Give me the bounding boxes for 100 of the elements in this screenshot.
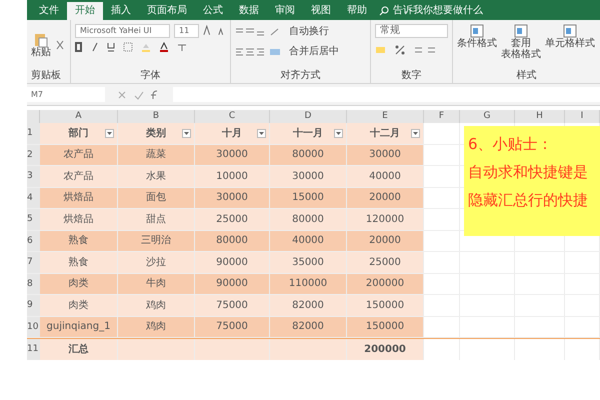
table-cell: 40000 [347,166,424,186]
table-style-icon [513,24,529,38]
ribbon-tab[interactable]: 视图 [303,2,339,20]
align-left-icon[interactable] [235,47,265,57]
border-icon[interactable] [123,42,133,52]
style-button[interactable]: 套用 表格格式 [501,24,541,60]
table-cell: 10000 [195,166,270,186]
ribbon-tab[interactable]: 插入 [103,2,139,20]
table-cell: 82000 [270,316,347,337]
font-size-field[interactable]: 11 [174,24,200,38]
table-cell: 农产品 [40,166,118,186]
column-heading: 类别 [146,126,166,141]
ribbon-tab[interactable]: 帮助 [339,2,375,20]
ribbon-tab[interactable]: 页面布局 [139,2,195,20]
table-cell: 150000 [347,295,424,316]
ribbon-tab[interactable]: 审阅 [267,2,303,20]
filter-dropdown-icon[interactable] [105,129,114,138]
percent-icon[interactable] [395,45,405,55]
column-heading: 十二月 [370,126,400,141]
table-cell: 80000 [270,209,347,230]
row-number[interactable]: 7 [27,252,40,272]
table-cell: 82000 [270,295,347,316]
underline-icon[interactable] [107,42,115,52]
row-number[interactable]: 9 [27,295,40,316]
ribbon-tab[interactable]: 数据 [231,2,267,20]
filter-dropdown-icon[interactable] [257,129,266,138]
font-name-field[interactable]: Microsoft YaHei UI [75,24,170,38]
table-cell: 150000 [347,316,424,337]
table-cell: 75000 [195,295,270,316]
table-cell: 鸡肉 [118,316,195,337]
cut-icon[interactable] [55,40,65,50]
table-cell: 鸡肉 [118,295,195,316]
row-number[interactable]: 5 [27,209,40,230]
bold-icon[interactable] [75,42,83,52]
table-cell: 15000 [270,188,347,208]
style-button[interactable]: 单元格样式 [545,24,595,60]
clipboard-icon [34,32,48,48]
filter-dropdown-icon[interactable] [334,129,343,138]
wrap-text-button[interactable]: 自动换行 [289,27,329,37]
ribbon-tab[interactable]: 公式 [195,2,231,20]
row-number[interactable]: 6 [27,230,40,251]
table-cell: 农产品 [40,144,118,165]
table-cell: 25000 [347,252,424,272]
align-top-icon[interactable] [235,27,265,37]
table-cell: 熟食 [40,230,118,251]
name-box[interactable]: M7 [27,87,105,102]
table-cell: 75000 [195,316,270,337]
table-cell: 甜点 [118,209,195,230]
filter-dropdown-icon[interactable] [411,129,420,138]
table-cell: 80000 [270,144,347,165]
orientation-icon[interactable] [269,27,281,37]
font-grow-icon[interactable] [203,24,213,36]
table-cell: 肉类 [40,274,118,294]
ribbon-tab[interactable]: 文件 [31,2,67,20]
table-cell: 沙拉 [118,252,195,272]
column-heading: 部门 [68,126,88,141]
table-cell: 牛肉 [118,274,195,294]
style-button[interactable]: 条件格式 [457,24,497,60]
table-cell: 90000 [195,252,270,272]
table-cell: 110000 [270,274,347,294]
fill-color-icon[interactable] [141,42,151,52]
table-cell: 30000 [195,188,270,208]
table-cell: 30000 [347,144,424,165]
table-cell: 20000 [347,230,424,251]
number-format-field[interactable]: 常规 [375,24,448,38]
row-number[interactable]: 1 [27,123,40,144]
row-number[interactable]: 8 [27,274,40,294]
paste-button[interactable]: 粘贴 [31,32,51,58]
table-cell: 25000 [195,209,270,230]
group-label: 样式 [516,69,538,83]
ribbon-tab[interactable]: 开始 [67,2,103,20]
search-icon [379,6,389,16]
table-cell: 30000 [195,144,270,165]
row-number[interactable]: 11 [27,339,40,360]
table-cell: 20000 [347,188,424,208]
search-field[interactable]: 告诉我你想要做什么 [379,2,483,20]
table-cell: 蔬菜 [118,144,195,165]
row-number[interactable]: 4 [27,188,40,208]
row-number[interactable]: 3 [27,166,40,186]
merge-center-button[interactable]: 合并后居中 [289,47,339,57]
table-cell: 120000 [347,209,424,230]
table-style-icon [469,24,485,38]
italic-icon[interactable] [91,42,99,52]
table-cell: 烘焙品 [40,209,118,230]
table-cell: 三明治 [118,230,195,251]
font-color-icon[interactable] [159,42,169,52]
phonetic-icon[interactable] [177,42,187,52]
note-text: 隐藏汇总行的快捷 [468,190,589,211]
group-label: 数字 [400,69,422,83]
table-cell: 熟食 [40,252,118,272]
note-text: 6、小贴士： [468,134,554,155]
row-number[interactable]: 10 [27,316,40,337]
table-cell: 80000 [195,230,270,251]
group-label: 字体 [140,69,162,83]
note-text: 自动求和快捷键是 [468,162,589,183]
row-number[interactable]: 2 [27,144,40,165]
group-label: 剪贴板 [30,69,62,83]
filter-dropdown-icon[interactable] [182,129,191,138]
table-cell: 烘焙品 [40,188,118,208]
decimal-icon[interactable] [413,45,437,55]
